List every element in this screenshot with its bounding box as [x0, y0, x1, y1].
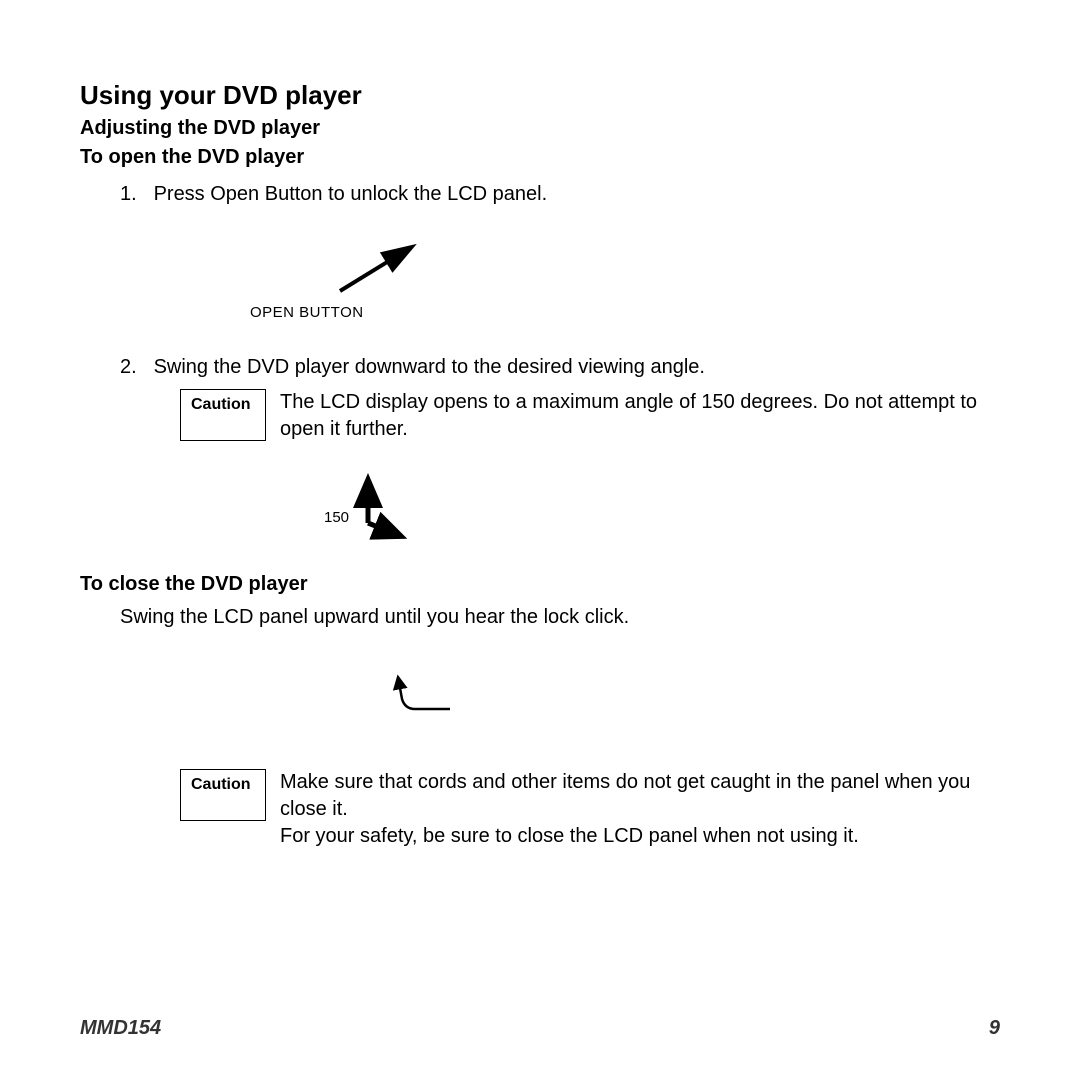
step-2-text: Swing the DVD player downward to the des…	[154, 356, 705, 378]
curved-arrow-icon	[360, 659, 480, 729]
footer-model: MMD154	[80, 1017, 161, 1040]
caution-close-label-box: Caution	[180, 769, 266, 821]
step-1-text: Press Open Button to unlock the LCD pane…	[154, 183, 548, 205]
page-footer: MMD154 9	[80, 1017, 1000, 1040]
step-2-number: 2.	[120, 356, 148, 379]
step-2: 2. Swing the DVD player downward to the …	[120, 356, 1000, 379]
caution-close-text: Make sure that cords and other items do …	[280, 769, 1000, 850]
document-page: Using your DVD player Adjusting the DVD …	[0, 0, 1080, 1080]
open-button-label: OPEN BUTTON	[250, 304, 364, 321]
angle-diagram: 150	[330, 473, 1000, 563]
step-1: 1. Press Open Button to unlock the LCD p…	[120, 183, 1000, 206]
caution-open: Caution The LCD display opens to a maxim…	[180, 389, 1000, 443]
section-open-heading: To open the DVD player	[80, 146, 1000, 169]
arrow-up-right-icon	[220, 236, 420, 306]
section-close-heading: To close the DVD player	[80, 573, 1000, 596]
step-1-number: 1.	[120, 183, 148, 206]
close-diagram	[360, 659, 1000, 739]
section-close-body: Swing the LCD panel upward until you hea…	[120, 606, 1000, 629]
open-button-diagram: OPEN BUTTON	[220, 236, 1000, 336]
page-title: Using your DVD player	[80, 80, 1000, 111]
page-subtitle: Adjusting the DVD player	[80, 117, 1000, 140]
footer-page-number: 9	[989, 1017, 1000, 1040]
angle-value: 150	[324, 509, 349, 526]
caution-open-text: The LCD display opens to a maximum angle…	[280, 389, 1000, 443]
caution-close: Caution Make sure that cords and other i…	[180, 769, 1000, 850]
caution-label-box: Caution	[180, 389, 266, 441]
